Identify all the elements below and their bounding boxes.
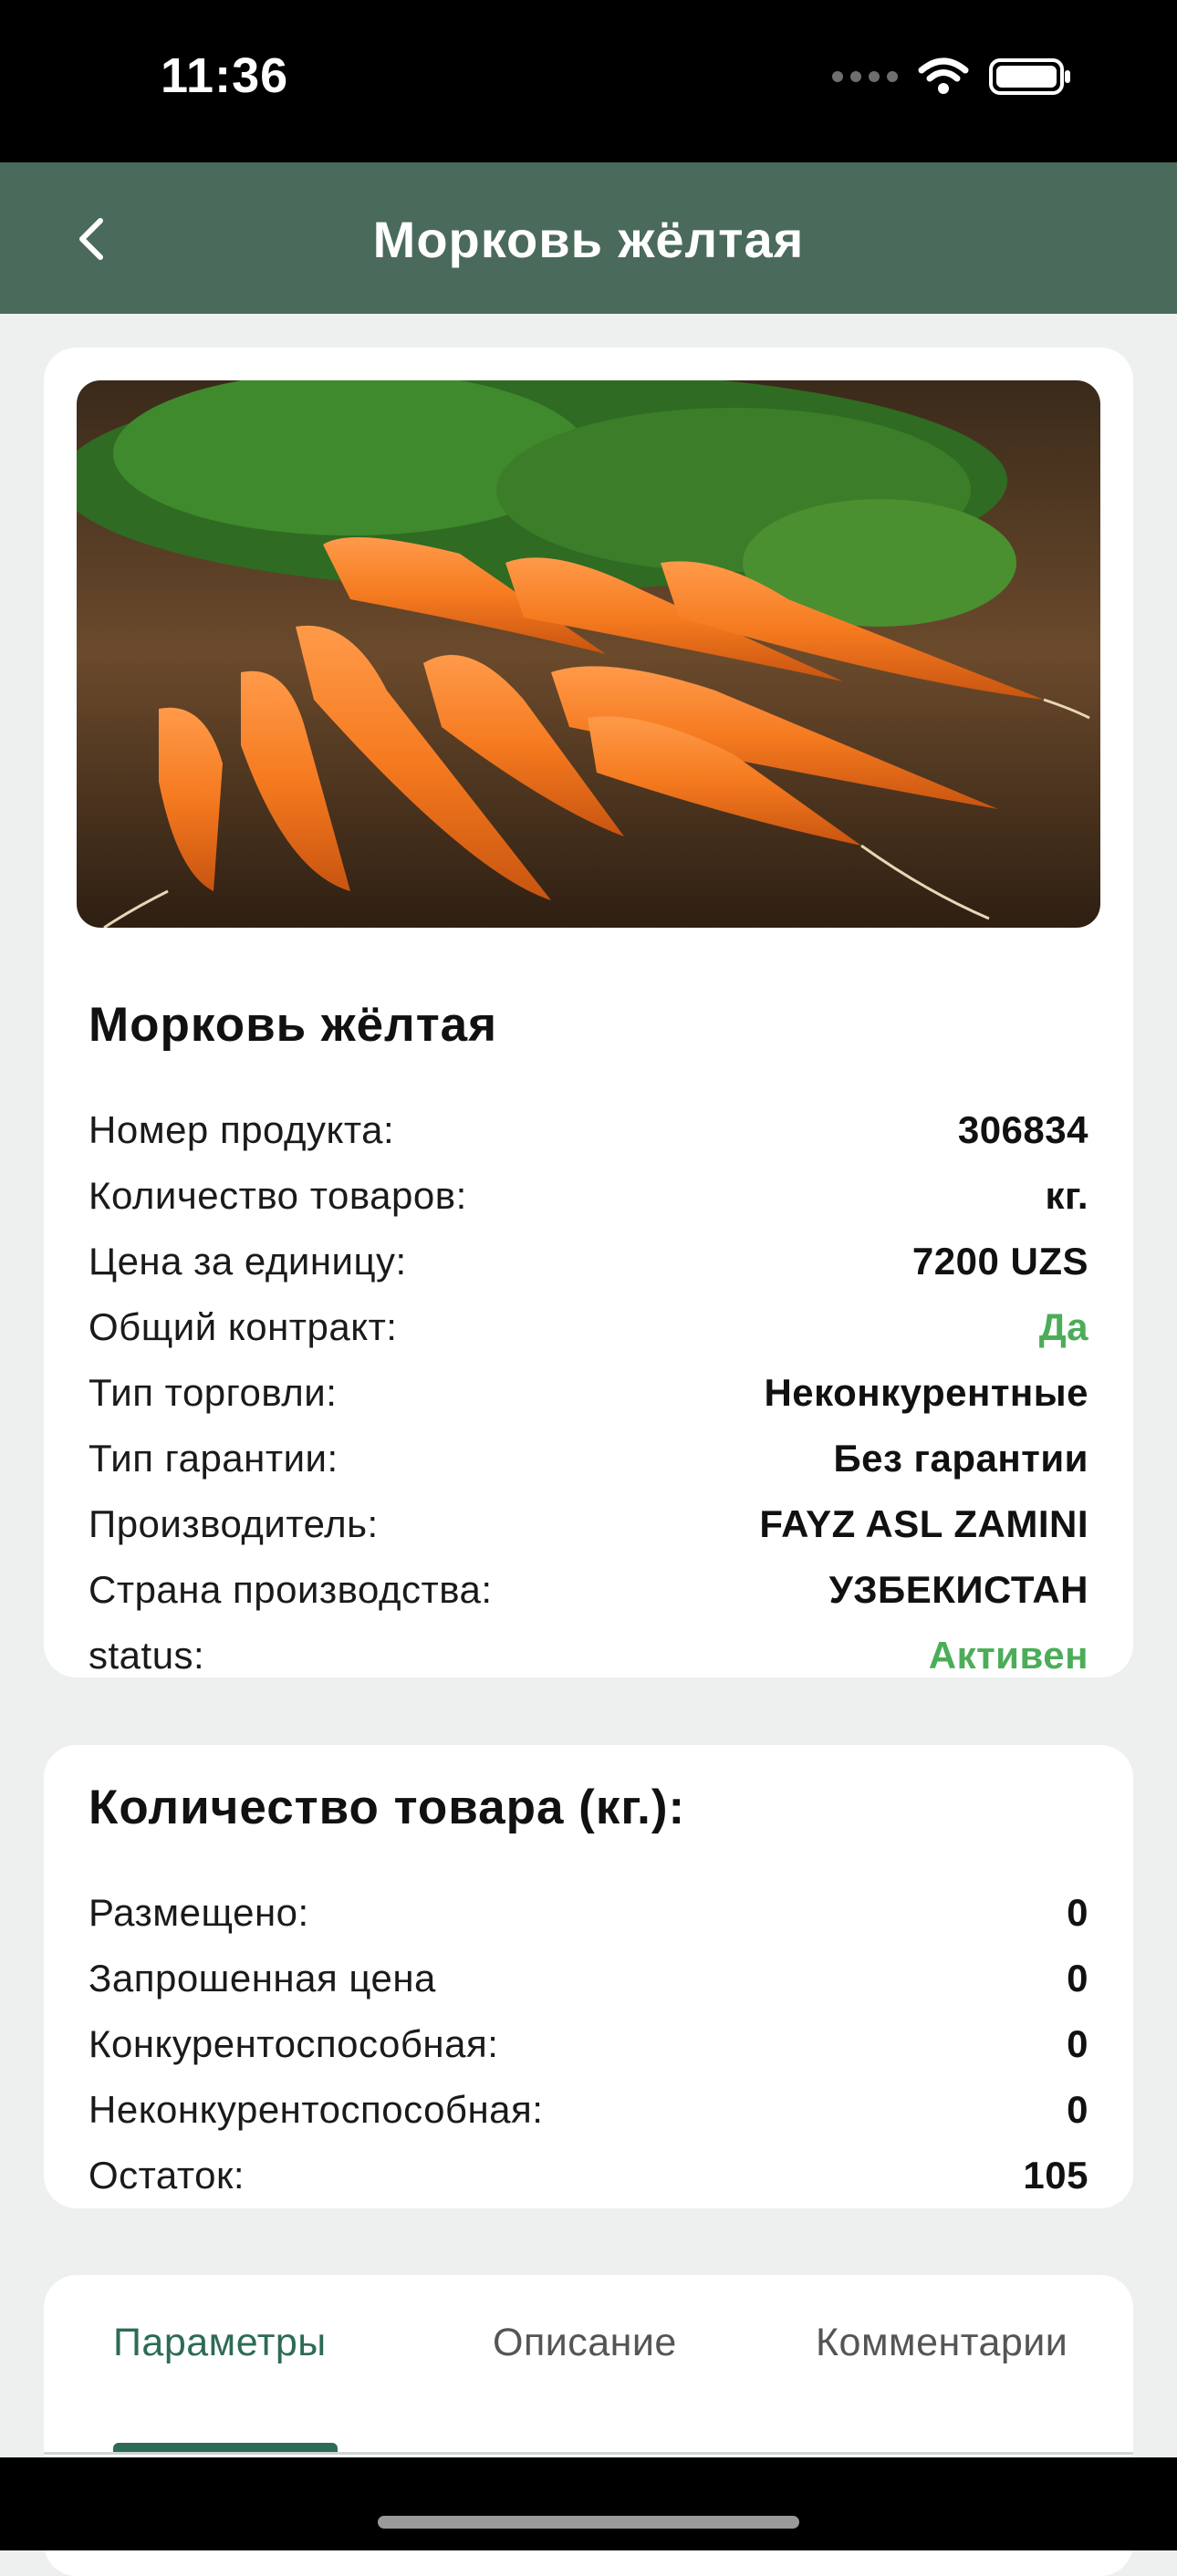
detail-row: Номер продукта: 306834 bbox=[89, 1097, 1088, 1163]
status-time: 11:36 bbox=[161, 48, 289, 103]
quantity-label: Конкурентоспособная: bbox=[89, 2022, 499, 2065]
detail-value: 7200 UZS bbox=[911, 1240, 1088, 1283]
home-bar-area bbox=[0, 2457, 1177, 2550]
detail-value: Неконкурентные bbox=[764, 1371, 1088, 1414]
quantity-value: 0 bbox=[1067, 1957, 1088, 2000]
detail-label: Цена за единицу: bbox=[89, 1240, 407, 1283]
tab-parameters[interactable]: Параметры bbox=[113, 2321, 327, 2365]
wifi-icon bbox=[918, 57, 969, 94]
tab-active-indicator bbox=[113, 2443, 338, 2452]
detail-value: Без гарантии bbox=[833, 1437, 1088, 1480]
app-header: Морковь жёлтая bbox=[0, 162, 1177, 314]
detail-value: FAYZ ASL ZAMINI bbox=[759, 1502, 1088, 1545]
product-details: Номер продукта: 306834 Количество товаров… bbox=[89, 1097, 1088, 1688]
status-badge: Активен bbox=[928, 1634, 1088, 1677]
detail-value: кг. bbox=[1045, 1174, 1088, 1217]
product-title: Морковь жёлтая bbox=[89, 998, 498, 1052]
detail-label: Общий контракт: bbox=[89, 1305, 398, 1348]
quantity-rows: Размещено: 0 Запрошенная цена 0 Конкуренто… bbox=[89, 1880, 1088, 2208]
status-bar: 11:36 bbox=[0, 0, 1177, 162]
home-indicator[interactable] bbox=[378, 2516, 799, 2529]
detail-label: Количество товаров: bbox=[89, 1174, 467, 1217]
detail-row: status: Активен bbox=[89, 1623, 1088, 1688]
detail-row: Производитель: FAYZ ASL ZAMINI bbox=[89, 1491, 1088, 1557]
quantity-row: Запрошенная цена 0 bbox=[89, 1946, 1088, 2011]
quantity-label: Запрошенная цена bbox=[89, 1957, 436, 2000]
product-image bbox=[77, 380, 1100, 928]
detail-row: Общий контракт: Да bbox=[89, 1294, 1088, 1360]
quantity-row: Неконкурентоспособная: 0 bbox=[89, 2077, 1088, 2143]
detail-label: Производитель: bbox=[89, 1502, 379, 1545]
detail-label: status: bbox=[89, 1634, 205, 1677]
quantity-row: Остаток: 105 bbox=[89, 2143, 1088, 2208]
quantity-label: Остаток: bbox=[89, 2154, 245, 2197]
detail-label: Страна производства: bbox=[89, 1568, 493, 1611]
quantity-value: 0 bbox=[1067, 2022, 1088, 2065]
detail-label: Тип торговли: bbox=[89, 1371, 338, 1414]
quantity-row: Конкурентоспособная: 0 bbox=[89, 2011, 1088, 2077]
detail-label: Тип гарантии: bbox=[89, 1437, 339, 1480]
battery-icon bbox=[989, 58, 1070, 95]
quantity-value: 0 bbox=[1067, 2088, 1088, 2131]
detail-row: Цена за единицу: 7200 UZS bbox=[89, 1229, 1088, 1294]
detail-value: УЗБЕКИСТАН bbox=[828, 1568, 1088, 1611]
tab-comments[interactable]: Комментарии bbox=[816, 2321, 1068, 2365]
signal-icon bbox=[832, 71, 898, 82]
quantity-row: Размещено: 0 bbox=[89, 1880, 1088, 1946]
detail-row: Тип гарантии: Без гарантии bbox=[89, 1426, 1088, 1491]
tab-bar: Параметры Описание Комментарии bbox=[44, 2321, 1133, 2455]
tab-description[interactable]: Описание bbox=[493, 2321, 677, 2365]
quantity-value: 105 bbox=[1023, 2154, 1088, 2197]
quantity-card: Количество товара (кг.): Размещено: 0 Зап… bbox=[44, 1745, 1133, 2208]
detail-row: Тип торговли: Неконкурентные bbox=[89, 1360, 1088, 1426]
quantity-label: Размещено: bbox=[89, 1891, 309, 1934]
quantity-label: Неконкурентоспособная: bbox=[89, 2088, 544, 2131]
quantity-title: Количество товара (кг.): bbox=[89, 1781, 686, 1834]
detail-row: Страна производства: УЗБЕКИСТАН bbox=[89, 1557, 1088, 1623]
detail-value: 306834 bbox=[957, 1108, 1088, 1151]
detail-row: Количество товаров: кг. bbox=[89, 1163, 1088, 1229]
tab-divider bbox=[44, 2452, 1133, 2455]
product-card: Морковь жёлтая Номер продукта: 306834 Кол… bbox=[44, 348, 1133, 1678]
quantity-value: 0 bbox=[1067, 1891, 1088, 1934]
detail-value: Да bbox=[1038, 1305, 1088, 1348]
detail-label: Номер продукта: bbox=[89, 1108, 395, 1151]
status-icons bbox=[832, 57, 1073, 97]
page-title: Морковь жёлтая bbox=[372, 211, 805, 268]
